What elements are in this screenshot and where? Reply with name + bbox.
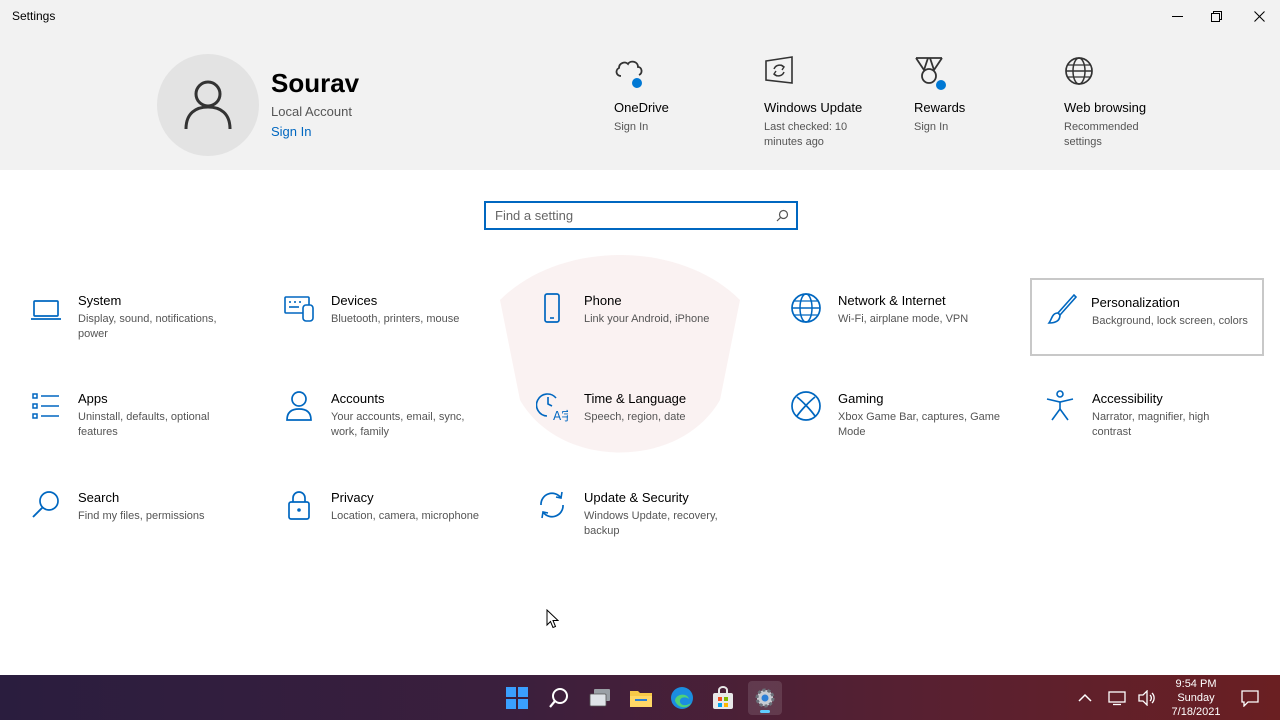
tile-accounts[interactable]: Accounts Your accounts, email, sync, wor… [253,376,487,454]
quick-link-windows-update[interactable]: Windows Update Last checked: 10 minutes … [764,56,904,150]
sync-icon [540,491,564,519]
active-indicator [760,710,770,713]
tile-update-security[interactable]: Update & Security Windows Update, recove… [506,475,740,553]
person-icon [184,80,232,130]
window-title: Settings [12,9,56,23]
start-button[interactable] [500,681,534,715]
taskbar-clock[interactable]: 9:54 PM Sunday 7/18/2021 [1160,677,1232,719]
tile-devices[interactable]: Devices Bluetooth, printers, mouse [253,278,487,356]
quick-link-rewards[interactable]: Rewards Sign In [914,56,1054,135]
brush-icon [1047,293,1078,324]
phone-icon [544,293,560,323]
sync-icon [764,56,798,92]
search-box[interactable] [484,201,798,230]
svg-text:A字: A字 [553,408,568,422]
list-icon [32,393,59,419]
quick-link-onedrive[interactable]: OneDrive Sign In [614,56,754,135]
user-name: Sourav [271,68,360,98]
globe-icon [1064,56,1098,92]
quick-link-web-browsing[interactable]: Web browsing Recommended settings [1064,56,1204,150]
close-icon [1253,10,1265,22]
search-icon [776,209,789,222]
speaker-icon [1138,689,1155,706]
tile-search[interactable]: Search Find my files, permissions [0,475,234,553]
close-button[interactable] [1236,0,1280,32]
search-icon [549,688,568,708]
account-header: Sourav Local Account Sign In OneDrive Si… [0,32,1280,170]
sign-in-link[interactable]: Sign In [271,124,311,139]
medal-icon [914,56,948,92]
cloud-icon [614,56,648,92]
minimize-icon [1171,15,1183,17]
task-view-icon [589,689,610,707]
tile-time-language[interactable]: A字 Time & Language Speech, region, date [506,376,740,454]
tray-overflow-button[interactable] [1078,675,1092,720]
person-icon [286,391,312,421]
maximize-button[interactable] [1193,0,1239,32]
gear-icon [755,688,775,708]
tile-network-internet[interactable]: Network & Internet Wi-Fi, airplane mode,… [760,278,994,356]
edge-icon [671,687,693,709]
notification-icon [1241,689,1259,707]
tile-accessibility[interactable]: Accessibility Narrator, magnifier, high … [1014,376,1248,454]
mouse-cursor [546,609,559,629]
chevron-up-icon [1078,693,1092,702]
volume-tray-button[interactable] [1138,675,1156,720]
tile-phone[interactable]: Phone Link your Android, iPhone [506,278,740,356]
search-input[interactable] [486,203,766,228]
file-explorer-button[interactable] [624,681,658,715]
task-view-button[interactable] [583,681,617,715]
title-bar: Settings [0,0,1280,32]
laptop-icon [31,300,61,320]
notifications-button[interactable] [1241,675,1259,720]
restore-icon [1210,10,1222,22]
search-icon [32,491,59,518]
account-type: Local Account [271,104,352,119]
tile-system[interactable]: System Display, sound, notifications, po… [0,278,234,356]
network-tray-button[interactable] [1108,675,1126,720]
tile-gaming[interactable]: Gaming Xbox Game Bar, captures, Game Mod… [760,376,1000,454]
avatar[interactable] [157,54,259,156]
store-button[interactable] [706,681,740,715]
tile-privacy[interactable]: Privacy Location, camera, microphone [253,475,487,553]
edge-button[interactable] [665,681,699,715]
tile-personalization[interactable]: Personalization Background, lock screen,… [1030,278,1264,356]
clock-date: 7/18/2021 [1171,706,1221,718]
globe-icon [791,293,821,323]
taskbar: 9:54 PM Sunday 7/18/2021 [0,675,1280,720]
lock-icon [288,491,310,520]
tile-apps[interactable]: Apps Uninstall, defaults, optional featu… [0,376,234,454]
folder-icon [630,691,652,707]
store-bag-icon [713,686,733,709]
clock-day: Sunday [1177,692,1215,704]
taskbar-search-button[interactable] [542,681,576,715]
accessibility-icon [1046,390,1074,421]
windows-logo-icon [506,687,528,709]
xbox-icon [791,391,821,421]
network-icon [1108,690,1126,705]
settings-taskbar-button[interactable] [748,681,782,715]
clock-time: 9:54 PM [1175,678,1217,690]
clock-language-icon: A字 [536,393,568,422]
keyboard-icon [284,296,314,322]
